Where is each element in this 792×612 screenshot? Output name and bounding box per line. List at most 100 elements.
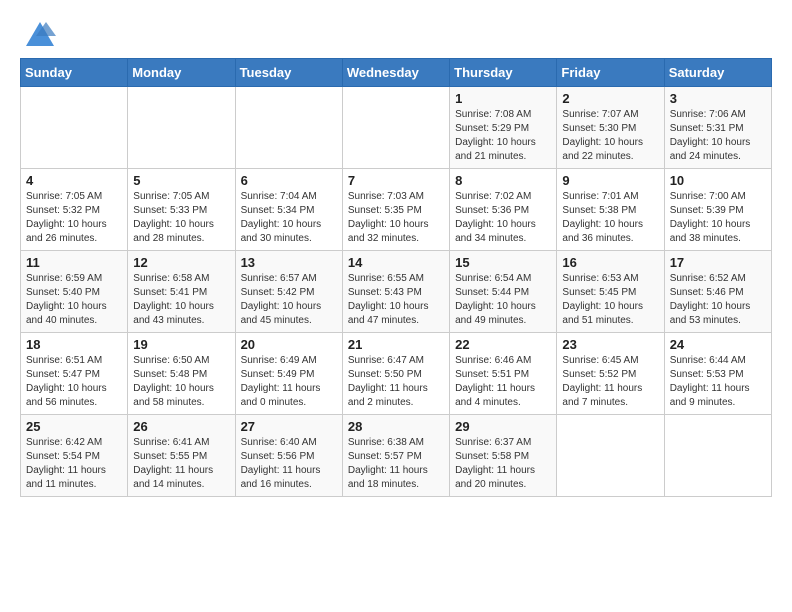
day-header-friday: Friday: [557, 59, 664, 87]
day-number: 21: [348, 337, 444, 352]
day-info: Sunrise: 7:04 AM Sunset: 5:34 PM Dayligh…: [241, 190, 337, 246]
day-number: 19: [133, 337, 229, 352]
day-number: 24: [670, 337, 766, 352]
calendar-cell: 13 Sunrise: 6:57 AM Sunset: 5:42 PM Dayli…: [235, 251, 342, 333]
day-info: Sunrise: 6:58 AM Sunset: 5:41 PM Dayligh…: [133, 272, 229, 328]
calendar-body: 1 Sunrise: 7:08 AM Sunset: 5:29 PM Daylig…: [21, 87, 772, 497]
calendar-cell: 20 Sunrise: 6:49 AM Sunset: 5:49 PM Dayli…: [235, 333, 342, 415]
day-info: Sunrise: 6:42 AM Sunset: 5:54 PM Dayligh…: [26, 436, 122, 492]
calendar-cell: 27Sunrise: 6:40 AM Sunset: 5:56 PM Dayli…: [235, 415, 342, 497]
calendar-cell: 23 Sunrise: 6:45 AM Sunset: 5:52 PM Dayli…: [557, 333, 664, 415]
day-number: 3: [670, 91, 766, 106]
day-number: 28: [348, 419, 444, 434]
day-number: 29: [455, 419, 551, 434]
calendar-cell: [21, 87, 128, 169]
day-number: 8: [455, 173, 551, 188]
calendar-cell: 19 Sunrise: 6:50 AM Sunset: 5:48 PM Dayli…: [128, 333, 235, 415]
day-number: 26: [133, 419, 229, 434]
calendar-cell: 26 Sunrise: 6:41 AM Sunset: 5:55 PM Dayli…: [128, 415, 235, 497]
calendar-cell: 29Sunrise: 6:37 AM Sunset: 5:58 PM Dayli…: [450, 415, 557, 497]
day-header-monday: Monday: [128, 59, 235, 87]
calendar-cell: 5 Sunrise: 7:05 AM Sunset: 5:33 PM Daylig…: [128, 169, 235, 251]
day-number: 16: [562, 255, 658, 270]
calendar-cell: 3 Sunrise: 7:06 AM Sunset: 5:31 PM Daylig…: [664, 87, 771, 169]
day-number: 5: [133, 173, 229, 188]
calendar-cell: 16 Sunrise: 6:53 AM Sunset: 5:45 PM Dayli…: [557, 251, 664, 333]
calendar-cell: [664, 415, 771, 497]
calendar-cell: 9Sunrise: 7:01 AM Sunset: 5:38 PM Daylig…: [557, 169, 664, 251]
calendar-week-5: 25 Sunrise: 6:42 AM Sunset: 5:54 PM Dayli…: [21, 415, 772, 497]
calendar-cell: 21 Sunrise: 6:47 AM Sunset: 5:50 PM Dayli…: [342, 333, 449, 415]
day-info: Sunrise: 7:05 AM Sunset: 5:33 PM Dayligh…: [133, 190, 229, 246]
day-number: 25: [26, 419, 122, 434]
day-info: Sunrise: 6:40 AM Sunset: 5:56 PM Dayligh…: [241, 436, 337, 492]
calendar-cell: 15Sunrise: 6:54 AM Sunset: 5:44 PM Dayli…: [450, 251, 557, 333]
day-info: Sunrise: 6:59 AM Sunset: 5:40 PM Dayligh…: [26, 272, 122, 328]
calendar-cell: 22 Sunrise: 6:46 AM Sunset: 5:51 PM Dayli…: [450, 333, 557, 415]
day-header-sunday: Sunday: [21, 59, 128, 87]
day-info: Sunrise: 6:46 AM Sunset: 5:51 PM Dayligh…: [455, 354, 551, 410]
day-number: 10: [670, 173, 766, 188]
day-number: 22: [455, 337, 551, 352]
calendar-cell: [342, 87, 449, 169]
day-number: 4: [26, 173, 122, 188]
day-number: 2: [562, 91, 658, 106]
day-header-row: SundayMondayTuesdayWednesdayThursdayFrid…: [21, 59, 772, 87]
logo: [20, 20, 56, 48]
calendar-header: SundayMondayTuesdayWednesdayThursdayFrid…: [21, 59, 772, 87]
day-header-thursday: Thursday: [450, 59, 557, 87]
calendar-cell: [557, 415, 664, 497]
day-info: Sunrise: 6:44 AM Sunset: 5:53 PM Dayligh…: [670, 354, 766, 410]
day-header-saturday: Saturday: [664, 59, 771, 87]
day-info: Sunrise: 6:47 AM Sunset: 5:50 PM Dayligh…: [348, 354, 444, 410]
day-number: 20: [241, 337, 337, 352]
day-info: Sunrise: 7:08 AM Sunset: 5:29 PM Dayligh…: [455, 108, 551, 164]
day-number: 15: [455, 255, 551, 270]
logo-icon: [24, 20, 56, 48]
calendar-cell: 17 Sunrise: 6:52 AM Sunset: 5:46 PM Dayli…: [664, 251, 771, 333]
day-info: Sunrise: 6:53 AM Sunset: 5:45 PM Dayligh…: [562, 272, 658, 328]
day-info: Sunrise: 7:07 AM Sunset: 5:30 PM Dayligh…: [562, 108, 658, 164]
day-info: Sunrise: 6:52 AM Sunset: 5:46 PM Dayligh…: [670, 272, 766, 328]
day-number: 23: [562, 337, 658, 352]
header: [20, 16, 772, 48]
day-info: Sunrise: 6:50 AM Sunset: 5:48 PM Dayligh…: [133, 354, 229, 410]
day-number: 7: [348, 173, 444, 188]
calendar-cell: [235, 87, 342, 169]
day-number: 11: [26, 255, 122, 270]
day-info: Sunrise: 6:55 AM Sunset: 5:43 PM Dayligh…: [348, 272, 444, 328]
calendar-cell: 11 Sunrise: 6:59 AM Sunset: 5:40 PM Dayli…: [21, 251, 128, 333]
day-info: Sunrise: 7:01 AM Sunset: 5:38 PM Dayligh…: [562, 190, 658, 246]
calendar-cell: 18Sunrise: 6:51 AM Sunset: 5:47 PM Dayli…: [21, 333, 128, 415]
day-number: 14: [348, 255, 444, 270]
day-number: 12: [133, 255, 229, 270]
calendar-cell: 2 Sunrise: 7:07 AM Sunset: 5:30 PM Daylig…: [557, 87, 664, 169]
calendar-cell: 4 Sunrise: 7:05 AM Sunset: 5:32 PM Daylig…: [21, 169, 128, 251]
day-info: Sunrise: 7:03 AM Sunset: 5:35 PM Dayligh…: [348, 190, 444, 246]
calendar-cell: 24 Sunrise: 6:44 AM Sunset: 5:53 PM Dayli…: [664, 333, 771, 415]
calendar-cell: 1 Sunrise: 7:08 AM Sunset: 5:29 PM Daylig…: [450, 87, 557, 169]
day-info: Sunrise: 6:45 AM Sunset: 5:52 PM Dayligh…: [562, 354, 658, 410]
day-number: 13: [241, 255, 337, 270]
day-number: 6: [241, 173, 337, 188]
calendar-cell: 7 Sunrise: 7:03 AM Sunset: 5:35 PM Daylig…: [342, 169, 449, 251]
day-info: Sunrise: 7:05 AM Sunset: 5:32 PM Dayligh…: [26, 190, 122, 246]
day-info: Sunrise: 6:38 AM Sunset: 5:57 PM Dayligh…: [348, 436, 444, 492]
day-info: Sunrise: 6:49 AM Sunset: 5:49 PM Dayligh…: [241, 354, 337, 410]
calendar-week-2: 4 Sunrise: 7:05 AM Sunset: 5:32 PM Daylig…: [21, 169, 772, 251]
day-number: 1: [455, 91, 551, 106]
day-number: 17: [670, 255, 766, 270]
day-info: Sunrise: 6:41 AM Sunset: 5:55 PM Dayligh…: [133, 436, 229, 492]
calendar-cell: 28 Sunrise: 6:38 AM Sunset: 5:57 PM Dayli…: [342, 415, 449, 497]
day-info: Sunrise: 7:06 AM Sunset: 5:31 PM Dayligh…: [670, 108, 766, 164]
calendar-cell: 10Sunrise: 7:00 AM Sunset: 5:39 PM Dayli…: [664, 169, 771, 251]
day-info: Sunrise: 7:02 AM Sunset: 5:36 PM Dayligh…: [455, 190, 551, 246]
calendar-week-4: 18Sunrise: 6:51 AM Sunset: 5:47 PM Dayli…: [21, 333, 772, 415]
calendar-cell: 12 Sunrise: 6:58 AM Sunset: 5:41 PM Dayli…: [128, 251, 235, 333]
day-info: Sunrise: 6:57 AM Sunset: 5:42 PM Dayligh…: [241, 272, 337, 328]
day-number: 18: [26, 337, 122, 352]
calendar-week-3: 11 Sunrise: 6:59 AM Sunset: 5:40 PM Dayli…: [21, 251, 772, 333]
day-header-wednesday: Wednesday: [342, 59, 449, 87]
calendar-cell: 25 Sunrise: 6:42 AM Sunset: 5:54 PM Dayli…: [21, 415, 128, 497]
calendar-table: SundayMondayTuesdayWednesdayThursdayFrid…: [20, 58, 772, 497]
